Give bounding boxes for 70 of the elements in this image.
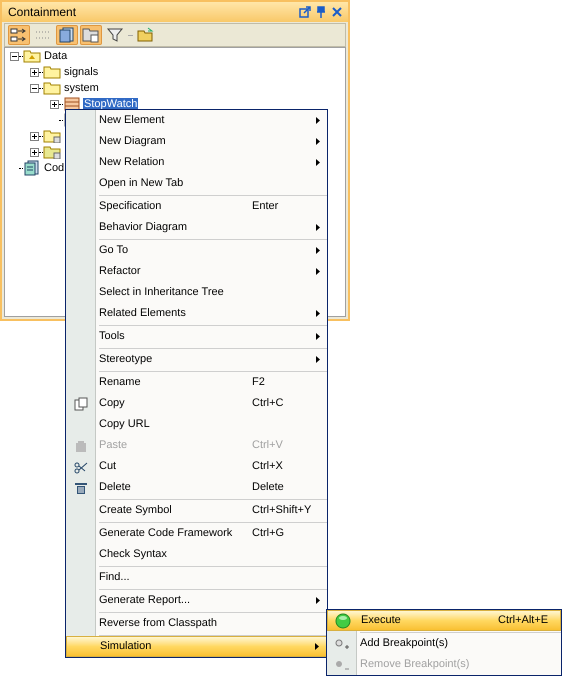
shortcut-label: Enter — [252, 199, 278, 214]
menu-item[interactable]: Cut Ctrl+X — [66, 456, 327, 477]
panel-title: Containment — [8, 4, 78, 21]
menu-item[interactable]: Specification Enter — [66, 196, 327, 217]
menu-item[interactable]: Rename F2 — [66, 372, 327, 393]
menu-item[interactable]: Select in Inheritance Tree — [66, 282, 327, 303]
shortcut-label: Delete — [252, 480, 284, 496]
trash-icon — [74, 480, 88, 494]
menu-item[interactable]: Simulation — [66, 636, 327, 657]
menu-item[interactable]: Refactor — [66, 261, 327, 282]
collapse-toggle[interactable] — [30, 84, 39, 92]
copy-icon — [74, 396, 88, 410]
tree-item-label[interactable]: Data — [43, 50, 68, 62]
expand-toggle[interactable] — [30, 132, 39, 140]
menu-item[interactable]: New Diagram — [66, 131, 327, 152]
collapse-toggle[interactable] — [10, 52, 19, 60]
shortcut-label: Ctrl+C — [252, 396, 284, 412]
shortcut-label: Ctrl+Alt+E — [498, 613, 548, 628]
shortcut-label: F2 — [252, 375, 265, 390]
menu-item[interactable]: Related Elements — [66, 303, 327, 324]
menu-item[interactable]: Stereotype — [66, 349, 327, 370]
model-folder-icon — [23, 49, 41, 63]
toolbar-button[interactable] — [56, 25, 78, 45]
popout-icon[interactable] — [299, 6, 311, 18]
sphere-icon — [335, 612, 351, 628]
toolbar-button[interactable] — [8, 25, 30, 45]
tree-item-label[interactable]: Cod — [43, 162, 66, 174]
menu-item[interactable]: Open in New Tab — [66, 173, 327, 194]
filter-icon — [106, 27, 124, 43]
tree-item-label[interactable]: system — [63, 82, 100, 94]
menu-item[interactable]: New Relation — [66, 152, 327, 173]
pin-icon[interactable] — [316, 6, 326, 18]
profile-folder-icon — [43, 145, 61, 159]
menu-item[interactable]: Check Syntax — [66, 544, 327, 565]
menu-item[interactable]: Create Symbol Ctrl+Shift+Y — [66, 500, 327, 521]
folder-icon — [43, 81, 61, 95]
menu-item[interactable]: Behavior Diagram — [66, 217, 327, 238]
toolbar-button[interactable] — [80, 25, 102, 45]
menu-item[interactable]: Add Breakpoint(s) — [327, 633, 561, 654]
close-icon[interactable] — [332, 7, 342, 17]
menu-item[interactable]: Generate Code Framework Ctrl+G — [66, 523, 327, 544]
folder-window-icon — [82, 27, 100, 43]
expand-toggle[interactable] — [50, 100, 59, 108]
open-folder-icon — [137, 27, 155, 43]
menu-item[interactable]: New Element — [66, 110, 327, 131]
menu-item[interactable]: Tools — [66, 326, 327, 347]
breakpoint-add-icon — [334, 636, 350, 650]
expand-all-icon — [10, 27, 28, 43]
expand-toggle[interactable] — [30, 148, 39, 156]
shortcut-label: Ctrl+X — [252, 459, 283, 474]
menu-item[interactable]: Generate Report... — [66, 590, 327, 611]
document-icon — [58, 27, 76, 43]
menu-item[interactable]: Copy URL — [66, 414, 327, 435]
class-icon — [63, 97, 81, 111]
menu-item[interactable]: Reverse from Classpath — [66, 613, 327, 634]
menu-item[interactable]: Execute Ctrl+Alt+E — [327, 610, 561, 631]
scissors-icon — [74, 460, 88, 474]
code-icon — [23, 160, 41, 176]
shortcut-label: Ctrl+G — [252, 526, 284, 542]
menu-item[interactable]: Delete Delete — [66, 477, 327, 498]
tree-item-label[interactable]: StopWatch — [83, 98, 138, 110]
menu-item[interactable]: Find... — [66, 567, 327, 588]
package-icon — [43, 129, 61, 143]
folder-icon — [43, 65, 61, 79]
shortcut-label: Ctrl+Shift+Y — [252, 503, 312, 518]
expand-toggle[interactable] — [30, 68, 39, 76]
menu-item[interactable]: Go To — [66, 240, 327, 261]
menu-item[interactable]: Copy Ctrl+C — [66, 393, 327, 414]
tree-item-label[interactable]: signals — [63, 66, 100, 78]
shortcut-label: Ctrl+V — [252, 438, 283, 454]
